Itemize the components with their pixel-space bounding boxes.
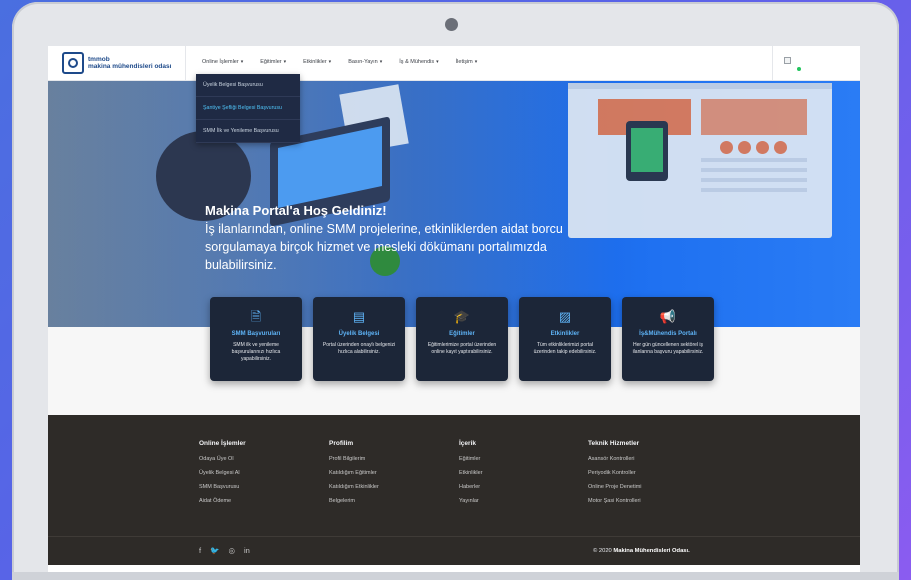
linkedin-icon[interactable]: in bbox=[244, 546, 250, 555]
logo-mark-icon bbox=[62, 52, 84, 74]
chevron-down-icon: ▾ bbox=[328, 59, 332, 65]
hero-banner: Makina Portal'a Hoş Geldiniz! İş ilanlar… bbox=[48, 81, 860, 327]
footer-link[interactable]: Belgelerim bbox=[329, 498, 449, 504]
graduation-cap-icon: 🎓 bbox=[453, 309, 471, 324]
chevron-down-icon: ▾ bbox=[283, 59, 287, 65]
footer-link[interactable]: Katıldığım Etkinlikler bbox=[329, 484, 449, 490]
logo-line-1: tmmob bbox=[88, 56, 110, 63]
footer-column-teknik-hizmetler: Teknik Hizmetler Asansör Kontrolleri Per… bbox=[588, 440, 708, 512]
hero-text: Makina Portal'a Hoş Geldiniz! İş ilanlar… bbox=[205, 203, 605, 274]
footer-column-profilim: Profilim Profil Bilgilerim Katıldığım Eğ… bbox=[329, 440, 449, 512]
footer-link[interactable]: Asansör Kontrolleri bbox=[588, 456, 708, 462]
nav-egitimler[interactable]: Eğitimler ▾ bbox=[260, 59, 286, 65]
footer-link[interactable]: Yayınlar bbox=[459, 498, 579, 504]
footer-link[interactable]: Online Proje Denetimi bbox=[588, 484, 708, 490]
footer-link[interactable]: Eğitimler bbox=[459, 456, 579, 462]
footer-link[interactable]: Motor Şasi Kontrolleri bbox=[588, 498, 708, 504]
online-status-dot bbox=[797, 67, 801, 71]
logo-line-2: makina mühendisleri odası bbox=[88, 63, 172, 70]
footer-link[interactable]: Haberler bbox=[459, 484, 579, 490]
card-etkinlikler[interactable]: ▨ Etkinlikler Tüm etkinliklerimizi porta… bbox=[519, 297, 611, 381]
main-nav: Online İşlemler ▾ Eğitimler ▾ Etkinlikler ▾… bbox=[202, 59, 477, 65]
twitter-icon[interactable]: 🐦 bbox=[210, 546, 219, 555]
dropdown-item-santiye-sefligi[interactable]: Şantiye Şefliği Belgesi Başvurusu bbox=[196, 97, 300, 120]
card-egitimler[interactable]: 🎓 Eğitimler Eğitimlerimize portal üzerin… bbox=[416, 297, 508, 381]
chevron-down-icon: ▾ bbox=[474, 59, 478, 65]
user-avatar[interactable] bbox=[784, 57, 791, 64]
document-code-icon: 🗎 bbox=[250, 309, 262, 324]
footer-column-online-islemler: Online İşlemler Odaya Üye Ol Üyelik Belg… bbox=[199, 440, 319, 512]
footer-link[interactable]: Aidat Ödeme bbox=[199, 498, 319, 504]
footer-link[interactable]: Periyodik Kontroller bbox=[588, 470, 708, 476]
hero-illustration-browser bbox=[568, 83, 832, 238]
dropdown-item-smm-basvurusu[interactable]: SMM İlk ve Yenileme Başvurusu bbox=[196, 120, 300, 143]
image-icon: ▨ bbox=[558, 309, 572, 324]
facebook-icon[interactable]: f bbox=[199, 546, 201, 555]
nav-online-islemler[interactable]: Online İşlemler ▾ bbox=[202, 59, 243, 65]
footer-link[interactable]: Profil Bilgilerim bbox=[329, 456, 449, 462]
dropdown-item-uyelik-belgesi[interactable]: Üyelik Belgesi Başvurusu bbox=[196, 74, 300, 97]
site-logo[interactable]: tmmob makina mühendisleri odası bbox=[62, 52, 171, 74]
footer-link[interactable]: SMM Başvurusu bbox=[199, 484, 319, 490]
chevron-down-icon: ▾ bbox=[436, 59, 439, 65]
top-navbar: tmmob makina mühendisleri odası Online İ… bbox=[48, 46, 860, 81]
card-is-muhendis-portali[interactable]: 📢 İş&Mühendis Portalı Her gün güncellene… bbox=[622, 297, 714, 381]
chevron-down-icon: ▾ bbox=[379, 59, 383, 65]
hero-title: Makina Portal'a Hoş Geldiniz! bbox=[205, 203, 387, 218]
footer-link[interactable]: Odaya Üye Ol bbox=[199, 456, 319, 462]
hero-subtitle: İş ilanlarından, online SMM projelerine,… bbox=[205, 222, 563, 272]
card-uyelik-belgesi[interactable]: ▤ Üyelik Belgesi Portal üzerinden onaylı… bbox=[313, 297, 405, 381]
nav-iletisim[interactable]: İletişim ▾ bbox=[456, 59, 478, 65]
footer-column-icerik: İçerik Eğitimler Etkinlikler Haberler Ya… bbox=[459, 440, 579, 512]
social-links: f 🐦 ◎ in bbox=[199, 546, 250, 555]
footer-link[interactable]: Katıldığım Eğitimler bbox=[329, 470, 449, 476]
megaphone-icon: 📢 bbox=[659, 309, 677, 324]
laptop-hinge bbox=[12, 572, 899, 580]
user-area-divider bbox=[772, 46, 773, 81]
instagram-icon[interactable]: ◎ bbox=[228, 546, 235, 555]
online-islemler-dropdown: Üyelik Belgesi Başvurusu Şantiye Şefliği… bbox=[196, 74, 300, 143]
webcam bbox=[445, 18, 458, 31]
logo-divider bbox=[185, 46, 186, 81]
service-cards: 🗎 SMM Başvuruları SMM ilk ve yenileme ba… bbox=[210, 297, 714, 381]
nav-etkinlikler[interactable]: Etkinlikler ▾ bbox=[303, 59, 331, 65]
footer-link[interactable]: Etkinlikler bbox=[459, 470, 579, 476]
chevron-down-icon: ▾ bbox=[240, 59, 244, 65]
site-footer: Online İşlemler Odaya Üye Ol Üyelik Belg… bbox=[48, 415, 860, 565]
card-smm-basvurulari[interactable]: 🗎 SMM Başvuruları SMM ilk ve yenileme ba… bbox=[210, 297, 302, 381]
copyright-text: © 2020 Makina Mühendisleri Odası. bbox=[593, 548, 690, 554]
footer-link[interactable]: Üyelik Belgesi Al bbox=[199, 470, 319, 476]
nav-is-muhendis[interactable]: İş & Mühendis ▾ bbox=[399, 59, 438, 65]
nav-basin-yayin[interactable]: Basın-Yayın ▾ bbox=[348, 59, 382, 65]
browser-screen: tmmob makina mühendisleri odası Online İ… bbox=[48, 46, 860, 580]
certificate-icon: ▤ bbox=[352, 309, 366, 324]
footer-divider bbox=[48, 536, 860, 537]
